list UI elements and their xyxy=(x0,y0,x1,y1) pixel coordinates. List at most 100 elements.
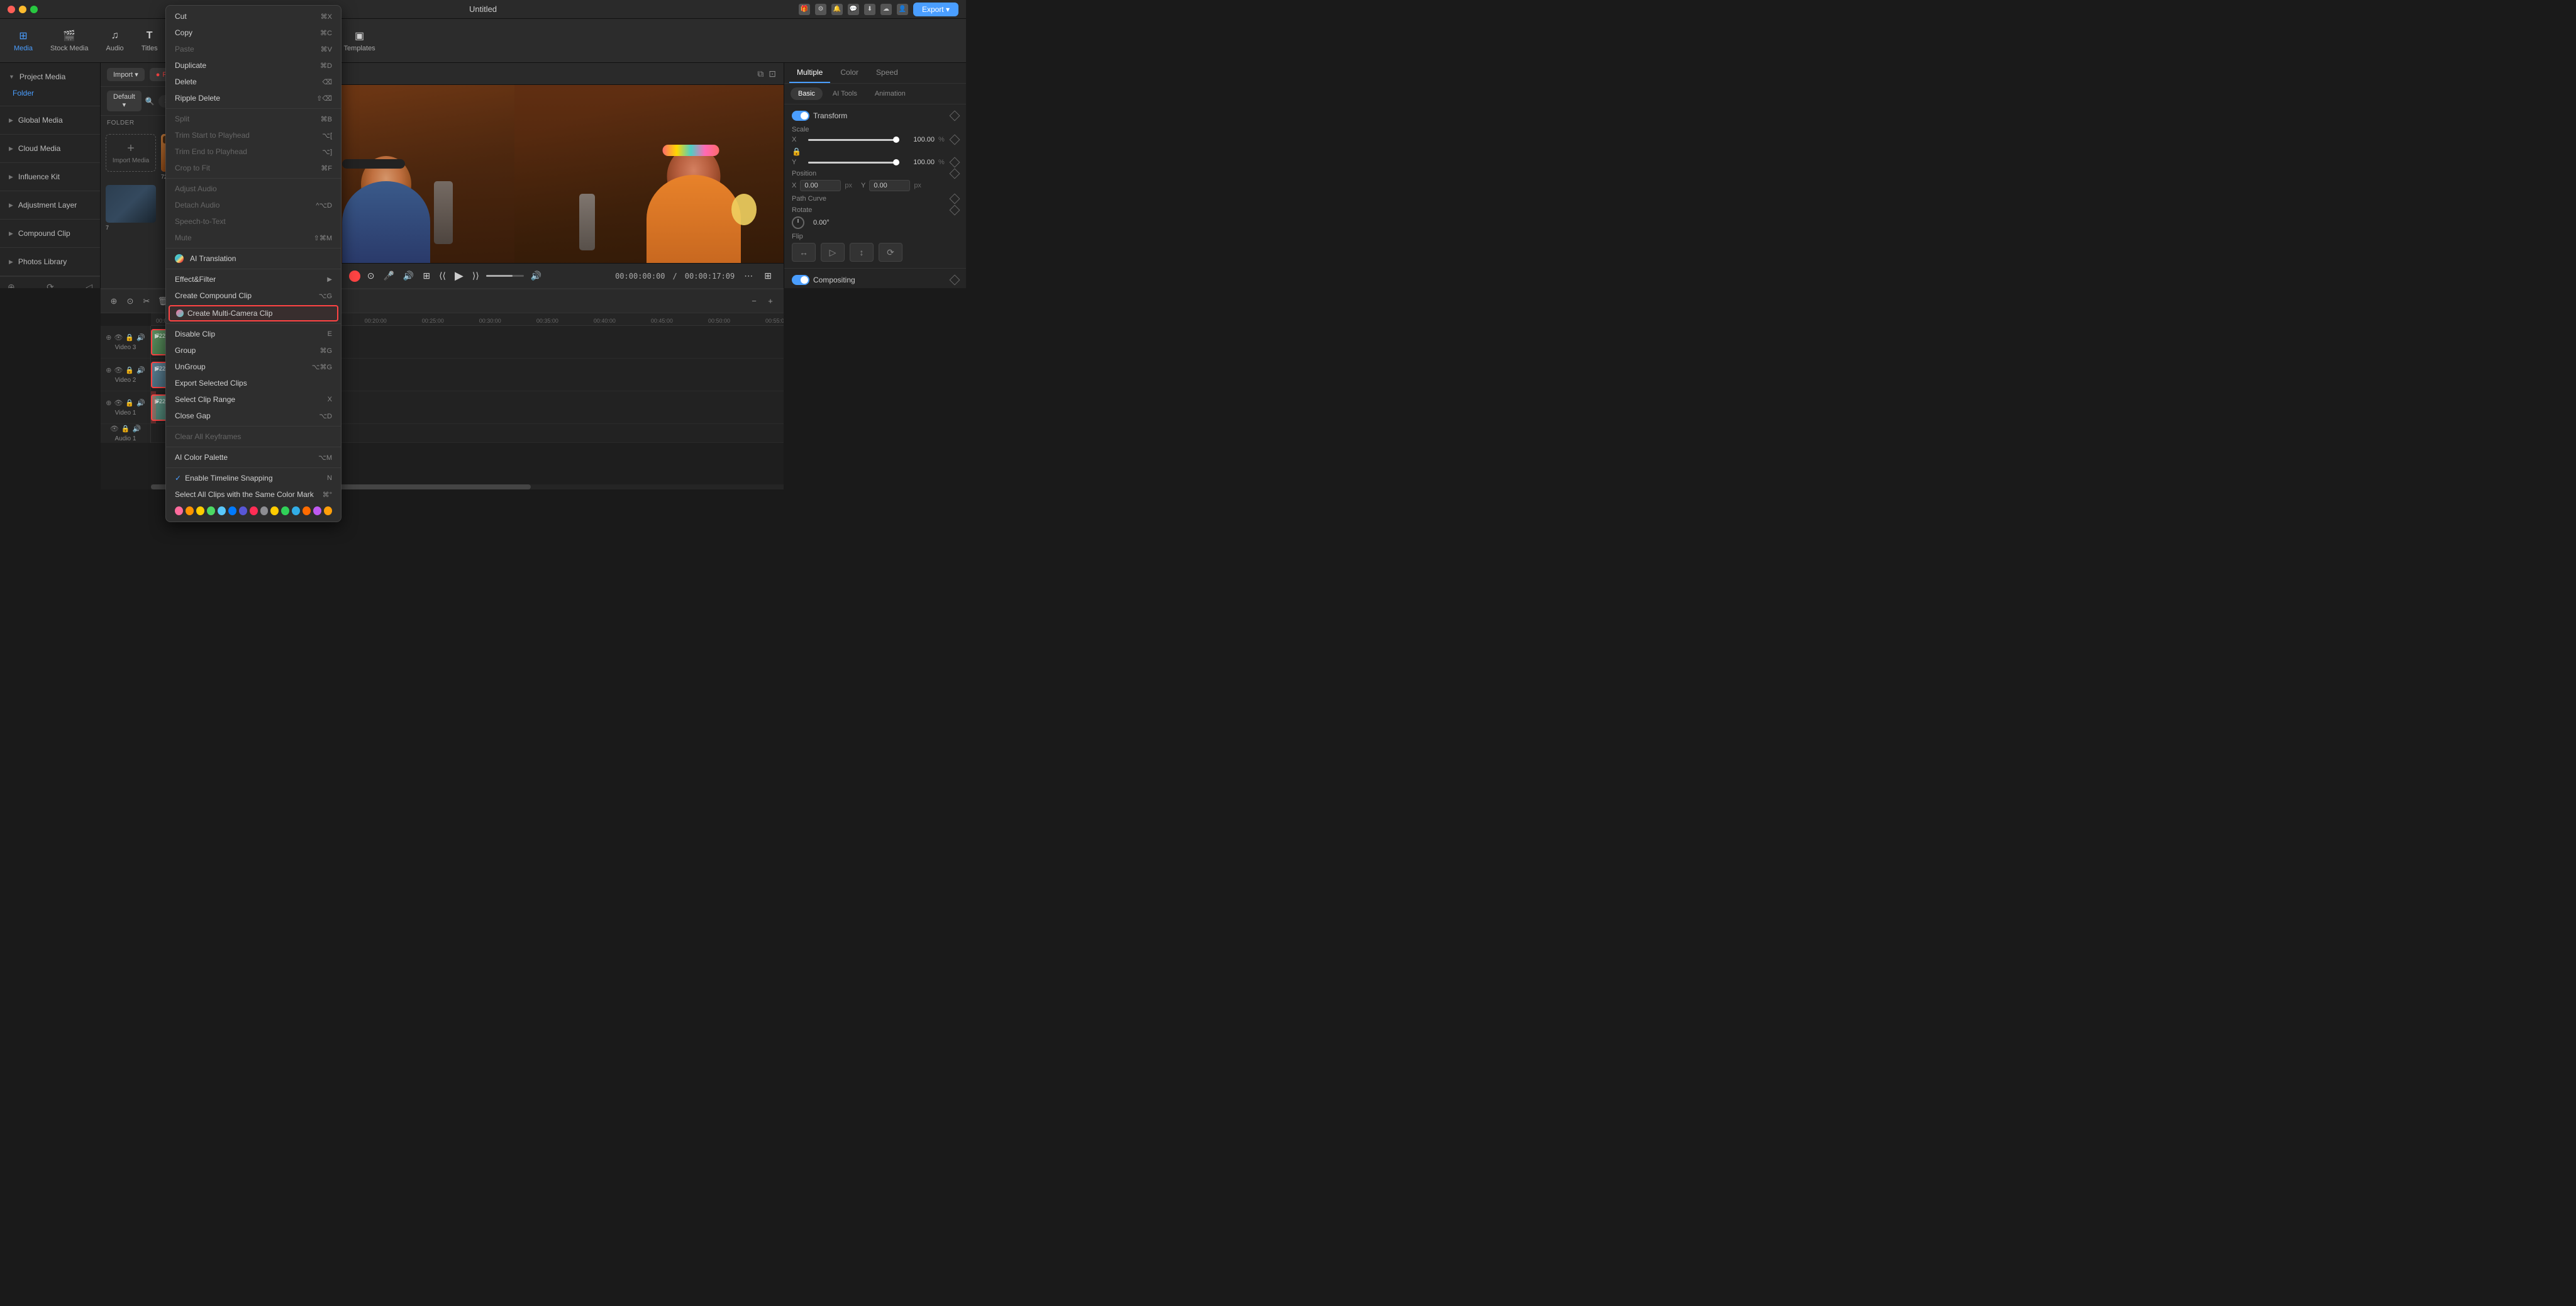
flip-vertical-button[interactable]: ↕ xyxy=(850,243,874,262)
menu-create-multicam[interactable]: Create Multi-Camera Clip xyxy=(169,305,338,321)
menu-delete[interactable]: Delete ⌫ xyxy=(166,74,341,90)
prev-frame-button[interactable]: ⟨⟨ xyxy=(437,269,448,283)
rotate-keyframe[interactable] xyxy=(950,205,960,216)
download-icon[interactable]: ⬇ xyxy=(864,4,875,15)
tab-color[interactable]: Color xyxy=(833,63,866,83)
sidebar-item-project-media[interactable]: ▼ Project Media xyxy=(0,68,100,86)
flip-horizontal-button[interactable]: ↔ xyxy=(792,243,816,262)
color-dot-blue[interactable] xyxy=(228,506,236,515)
compositing-toggle-switch[interactable] xyxy=(792,275,809,285)
track-lock-icon-v1[interactable]: 🔒 xyxy=(125,399,134,407)
track-add-icon-v2[interactable]: ⊕ xyxy=(106,366,111,374)
scale-x-thumb[interactable] xyxy=(893,137,899,143)
color-dot-purple[interactable] xyxy=(239,506,247,515)
zoom-in-button[interactable]: + xyxy=(763,294,777,308)
speaker-button[interactable]: 🔊 xyxy=(401,269,416,283)
pos-x-input[interactable] xyxy=(800,180,841,191)
toolbar-audio[interactable]: ♫ Audio xyxy=(99,25,131,56)
track-lock-icon[interactable]: 🔒 xyxy=(125,333,134,342)
menu-create-compound[interactable]: Create Compound Clip ⌥G xyxy=(166,287,341,304)
mic-button[interactable]: 🎤 xyxy=(381,269,396,283)
menu-disable-clip[interactable]: Disable Clip E xyxy=(166,326,341,342)
volume-slider[interactable] xyxy=(486,275,524,277)
track-audio-icon-v2[interactable]: 🔊 xyxy=(136,366,145,374)
menu-cut[interactable]: Cut ⌘X xyxy=(166,8,341,25)
screen-record-button[interactable]: ⊞ xyxy=(421,269,432,283)
color-dot-gray[interactable] xyxy=(260,506,269,515)
transform-toggle-switch[interactable] xyxy=(792,111,809,121)
next-frame-button[interactable]: ⟩⟩ xyxy=(470,269,481,283)
menu-ai-color[interactable]: AI Color Palette ⌥M xyxy=(166,449,341,466)
sidebar-item-adjustment-layer[interactable]: ▶ Adjustment Layer xyxy=(0,196,100,214)
scale-x-keyframe[interactable] xyxy=(950,135,960,145)
maximize-button[interactable] xyxy=(30,6,38,13)
menu-group[interactable]: Group ⌘G xyxy=(166,342,341,359)
track-audio-icon-v1[interactable]: 🔊 xyxy=(136,399,145,407)
menu-ungroup[interactable]: UnGroup ⌥⌘G xyxy=(166,359,341,375)
sidebar-item-cloud-media[interactable]: ▶ Cloud Media xyxy=(0,140,100,157)
fullscreen-button[interactable]: ⊞ xyxy=(762,269,774,283)
scale-lock-icon[interactable]: 🔒 xyxy=(792,147,801,156)
pos-y-input[interactable] xyxy=(869,180,910,191)
record-indicator[interactable] xyxy=(349,271,360,282)
compositing-keyframe[interactable] xyxy=(950,275,960,286)
color-dot-yellow[interactable] xyxy=(196,506,204,515)
track-eye-icon[interactable]: 👁 xyxy=(114,333,123,342)
track-audio-icon-a1[interactable]: 🔊 xyxy=(132,425,141,433)
color-dot-green[interactable] xyxy=(207,506,215,515)
tab-multiple[interactable]: Multiple xyxy=(789,63,830,83)
volume-icon[interactable]: 🔊 xyxy=(529,269,543,283)
sidebar-item-influence-kit[interactable]: ▶ Influence Kit xyxy=(0,168,100,186)
track-lock-icon-v2[interactable]: 🔒 xyxy=(125,366,134,374)
menu-copy[interactable]: Copy ⌘C xyxy=(166,25,341,41)
menu-effect-filter[interactable]: Effect&Filter ▶ xyxy=(166,271,341,287)
track-lock-icon-a1[interactable]: 🔒 xyxy=(121,425,130,433)
export-button[interactable]: Export ▾ xyxy=(913,3,958,16)
chat-icon[interactable]: 💬 xyxy=(848,4,859,15)
import-button[interactable]: Import ▾ xyxy=(107,68,145,81)
track-eye-icon-v2[interactable]: 👁 xyxy=(114,366,123,374)
toolbar-stock-media[interactable]: 🎬 Stock Media xyxy=(43,25,96,56)
scale-y-thumb[interactable] xyxy=(893,159,899,165)
preview-icon-1[interactable]: ⧉ xyxy=(757,69,763,79)
menu-ai-translation[interactable]: AI Translation xyxy=(166,250,341,267)
refresh-icon[interactable]: ⟳ xyxy=(47,282,54,288)
menu-select-same-color[interactable]: Select All Clips with the Same Color Mar… xyxy=(166,486,341,503)
cut-tool-button[interactable]: ✂ xyxy=(140,294,153,308)
minimize-button[interactable] xyxy=(19,6,26,13)
track-add-icon[interactable]: ⊕ xyxy=(106,333,111,342)
color-dot-pink[interactable] xyxy=(175,506,183,515)
color-dot-light-blue[interactable] xyxy=(218,506,226,515)
menu-export-clips[interactable]: Export Selected Clips xyxy=(166,375,341,391)
snapshot-button[interactable]: ⊙ xyxy=(365,269,377,283)
gift-icon[interactable]: 🎁 xyxy=(799,4,810,15)
zoom-out-button[interactable]: − xyxy=(747,294,761,308)
scale-y-keyframe[interactable] xyxy=(950,157,960,168)
play-button[interactable]: ▶ xyxy=(453,267,465,284)
magnet-button[interactable]: ⊙ xyxy=(123,294,137,308)
toolbar-titles[interactable]: T Titles xyxy=(134,25,165,56)
person-icon[interactable]: 👤 xyxy=(897,4,908,15)
sidebar-item-photos-library[interactable]: ▶ Photos Library xyxy=(0,253,100,271)
sidebar-item-compound-clip[interactable]: ▶ Compound Clip xyxy=(0,225,100,242)
track-eye-icon-v1[interactable]: 👁 xyxy=(114,399,123,407)
menu-close-gap[interactable]: Close Gap ⌥D xyxy=(166,408,341,424)
default-sort-button[interactable]: Default ▾ xyxy=(107,91,142,111)
color-dot-dark-orange[interactable] xyxy=(303,506,311,515)
color-dot-cyan[interactable] xyxy=(292,506,300,515)
position-keyframe[interactable] xyxy=(950,169,960,179)
subtab-ai-tools[interactable]: AI Tools xyxy=(825,87,865,100)
path-curve-keyframe[interactable] xyxy=(950,194,960,204)
chevron-left-icon[interactable]: ◁ xyxy=(86,282,92,288)
tab-speed[interactable]: Speed xyxy=(869,63,906,83)
toolbar-templates[interactable]: ▣ Templates xyxy=(336,25,383,56)
new-folder-icon[interactable]: ⊕ xyxy=(8,282,15,288)
track-eye-icon-a1[interactable]: 👁 xyxy=(110,425,119,433)
menu-select-range[interactable]: Select Clip Range X xyxy=(166,391,341,408)
cloud-icon[interactable]: ☁ xyxy=(880,4,892,15)
settings-icon[interactable]: ⚙ xyxy=(815,4,826,15)
add-track-button[interactable]: ⊕ xyxy=(107,294,121,308)
rotate-dial[interactable] xyxy=(792,216,804,229)
import-media-area[interactable]: + Import Media xyxy=(106,134,156,172)
notification-icon[interactable]: 🔔 xyxy=(831,4,843,15)
